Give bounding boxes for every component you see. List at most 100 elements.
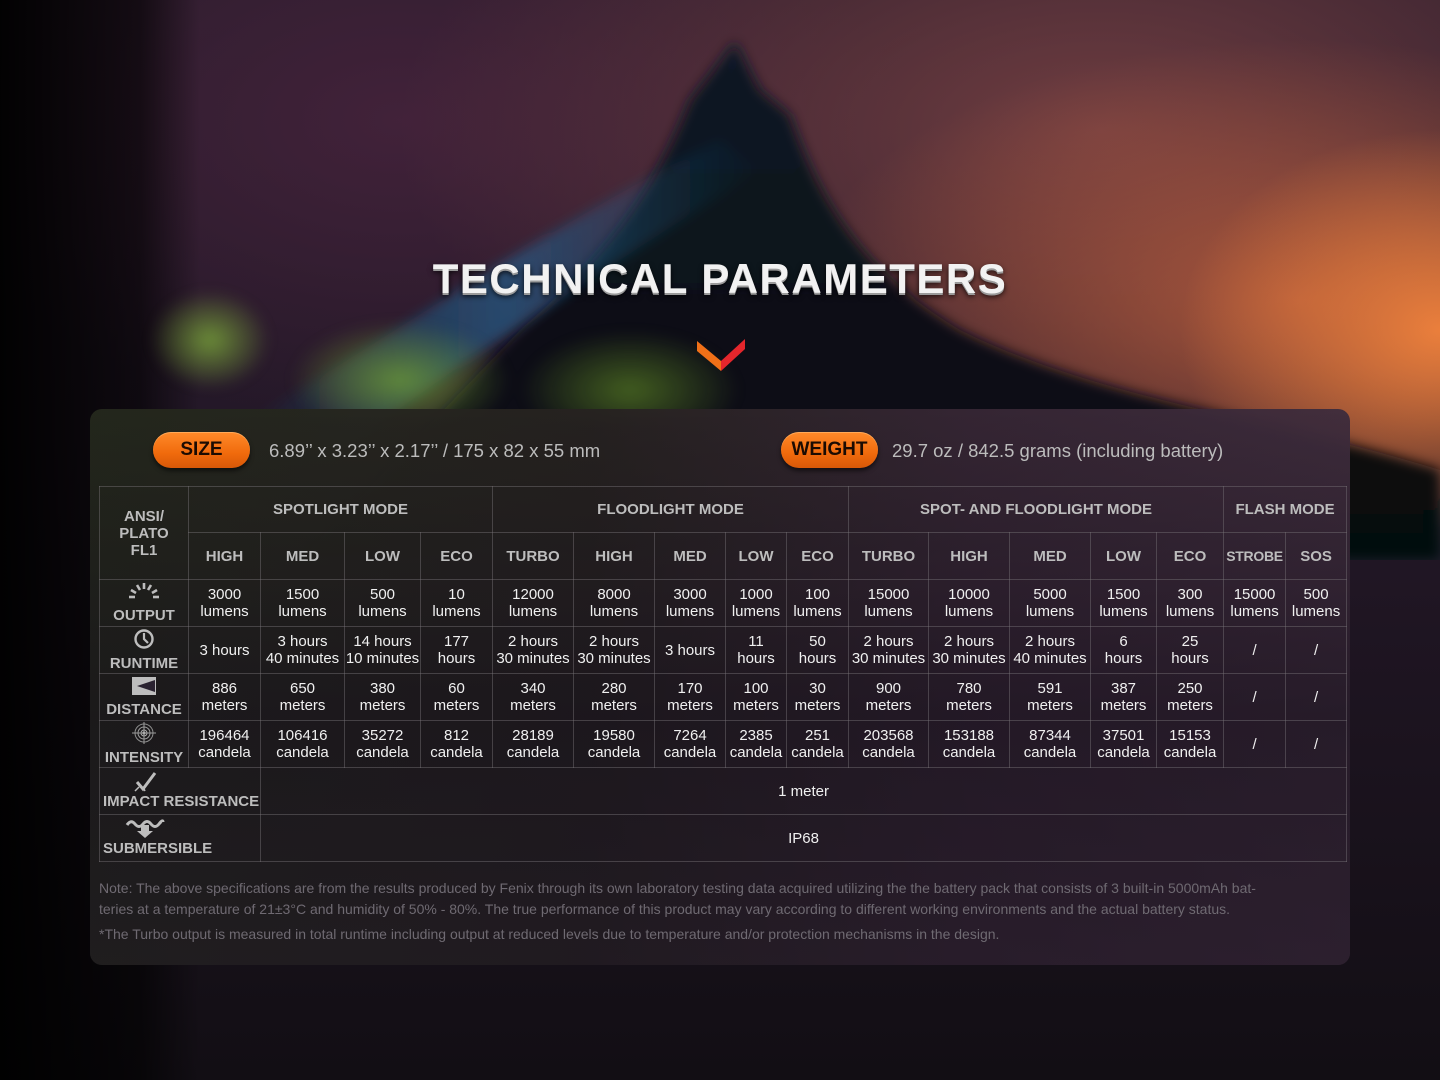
- row-label: RUNTIME: [109, 655, 179, 672]
- spec-cell-line: candela: [1163, 744, 1217, 761]
- mode-header: LOW: [1090, 532, 1157, 580]
- spec-cell: /: [1285, 673, 1348, 721]
- spec-cell: 19580 candela: [573, 720, 655, 768]
- spec-cell-line: candela: [506, 744, 560, 761]
- spec-cell: 280 meters: [573, 673, 655, 721]
- spec-cell: 15000 lumens: [848, 579, 929, 627]
- spec-cell: 300 lumens: [1155, 579, 1225, 627]
- spec-cell-line: meters: [667, 697, 713, 714]
- spec-cell-line: 3000: [207, 586, 242, 603]
- spec-cell: 153188 candela: [928, 720, 1010, 768]
- spec-cell-line: 28189: [512, 727, 554, 744]
- spec-cell: 3 hours: [654, 626, 726, 674]
- spec-cell-line: 3000: [673, 586, 707, 603]
- spec-cell-line: 100: [804, 586, 831, 603]
- spec-cell-line: lumens: [200, 603, 249, 620]
- page-title: TECHNICAL PARAMETERS: [432, 255, 1008, 302]
- spec-cell-line: candela: [198, 744, 251, 761]
- spec-cell-line: 591: [1037, 680, 1063, 697]
- spec-cell-line: hours: [437, 650, 476, 667]
- spec-cell-line: 780: [956, 680, 982, 697]
- spec-cell: /: [1223, 720, 1287, 768]
- spec-cell-line: 280: [601, 680, 627, 697]
- spec-cell-line: 900: [875, 680, 902, 697]
- spec-cell-line: /: [1252, 735, 1257, 753]
- spec-cell: 2 hours 30 minutes: [492, 626, 574, 674]
- spec-cell-line: candela: [276, 744, 329, 761]
- spec-cell-line: 40 minutes: [1013, 650, 1087, 667]
- spec-cell: 3 hours: [188, 626, 261, 674]
- spec-cell-line: lumens: [432, 603, 481, 620]
- spec-cell: 6 hours: [1090, 626, 1157, 674]
- submersible-value: IP68: [259, 814, 1348, 862]
- spec-cell-line: 12000: [512, 586, 554, 603]
- spec-cell-line: hours: [1104, 650, 1143, 667]
- spec-cell-line: /: [1252, 641, 1257, 659]
- spec-cell: 500 lumens: [1285, 579, 1348, 627]
- spec-cell: 203568 candela: [848, 720, 929, 768]
- spec-cell-line: candela: [356, 744, 409, 761]
- spec-cell-line: candela: [1023, 744, 1077, 761]
- spec-cell-line: 8000: [597, 586, 631, 603]
- spec-cell-line: 1500: [1106, 586, 1141, 603]
- spec-cell: 11 hours: [725, 626, 787, 674]
- spec-cell-line: meters: [201, 697, 248, 714]
- spec-cell-line: 500: [369, 586, 396, 603]
- spec-cell-line: lumens: [589, 603, 639, 620]
- row-label-cell: RUNTIME: [99, 626, 189, 674]
- spec-cell: 2 hours 40 minutes: [1009, 626, 1091, 674]
- spec-cell-line: candela: [729, 744, 783, 761]
- spec-cell-line: 6: [1119, 633, 1128, 650]
- spec-cell-line: 387: [1110, 680, 1137, 697]
- spec-cell-line: 2 hours: [943, 633, 995, 650]
- spec-cell: 14 hours 10 minutes: [344, 626, 421, 674]
- spec-cell-line: 500: [1303, 586, 1329, 603]
- spec-cell-line: 153188: [943, 727, 995, 744]
- spec-cell-line: 10000: [948, 586, 990, 603]
- spec-cell: 3000 lumens: [188, 579, 261, 627]
- spec-cell: /: [1285, 720, 1348, 768]
- mode-header: LOW: [725, 532, 787, 580]
- spec-cell-line: candela: [430, 744, 483, 761]
- spec-row-intensity: INTENSITY 196464 candela 106416 candela 35272…: [99, 720, 1348, 768]
- spec-cell-line: candela: [942, 744, 996, 761]
- spec-cell-line: 380: [369, 680, 396, 697]
- mode-header: HIGH: [188, 532, 261, 580]
- spec-cell-line: 14 hours: [353, 633, 412, 650]
- row-label-cell: INTENSITY: [99, 720, 189, 768]
- spec-cell-line: 11: [748, 633, 764, 650]
- mode-header: SOS: [1285, 532, 1348, 580]
- spec-cell: 10000 lumens: [928, 579, 1010, 627]
- spec-cell: 10 lumens: [420, 579, 493, 627]
- spec-cell: 1500 lumens: [1090, 579, 1157, 627]
- spec-cell-line: 30 minutes: [932, 650, 1006, 667]
- spec-cell: 650 meters: [260, 673, 345, 721]
- spec-cell-line: meters: [946, 697, 992, 714]
- spec-cell-line: 170: [677, 680, 703, 697]
- spec-row-output: OUTPUT 3000 lumens 1500 lumens 500 lumens 10 lum…: [99, 579, 1348, 627]
- spec-cell-line: /: [1252, 688, 1257, 706]
- spec-cell: 380 meters: [344, 673, 421, 721]
- spec-cell: /: [1223, 673, 1287, 721]
- spec-cell-line: meters: [1100, 697, 1147, 714]
- spec-cell: 886 meters: [188, 673, 261, 721]
- spec-cell-line: meters: [359, 697, 406, 714]
- spec-cell: 28189 candela: [492, 720, 574, 768]
- size-badge: SIZE: [153, 432, 250, 468]
- spec-cell: 2385 candela: [725, 720, 787, 768]
- spec-cell: 12000 lumens: [492, 579, 574, 627]
- spec-cell-line: /: [1313, 641, 1319, 659]
- spec-cell-line: lumens: [731, 603, 781, 620]
- spec-cell-line: lumens: [1291, 603, 1341, 620]
- spec-cell: 1500 lumens: [260, 579, 345, 627]
- mode-header-row: HIGH MED LOW ECO TURBO HIGH MED LOW ECO TURBO HIGH…: [100, 532, 1348, 580]
- spec-cell: 196464 candela: [188, 720, 261, 768]
- spec-cell-line: meters: [1027, 697, 1073, 714]
- spec-cell-line: lumens: [864, 603, 913, 620]
- spec-cell-line: lumens: [1165, 603, 1215, 620]
- spec-cell-line: 25: [1181, 633, 1199, 650]
- spec-cell-line: 2 hours: [863, 633, 914, 650]
- note-line: Note: The above specifications are from …: [99, 880, 1256, 896]
- group-header-spotlight: SPOTLIGHT MODE: [188, 486, 493, 533]
- spec-cell-line: 340: [520, 680, 546, 697]
